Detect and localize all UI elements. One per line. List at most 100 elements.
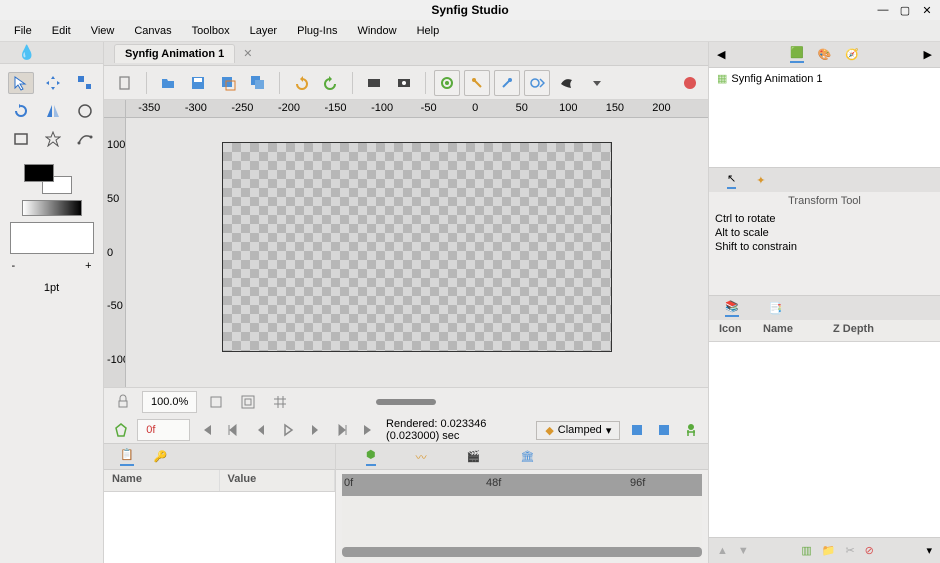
- play-icon[interactable]: [277, 417, 298, 443]
- color-swatches[interactable]: [24, 164, 72, 194]
- nav-right-icon[interactable]: ▶: [924, 48, 932, 61]
- layers-col-value[interactable]: Value: [220, 470, 336, 491]
- timeline-scrollbar[interactable]: [342, 547, 702, 557]
- preview-icon[interactable]: [391, 70, 417, 96]
- layers-tab-icon[interactable]: 📋: [120, 448, 134, 466]
- bird-icon[interactable]: [554, 70, 580, 96]
- delete-icon[interactable]: ⊘: [865, 544, 874, 557]
- record-button[interactable]: [684, 77, 696, 89]
- library-tab-icon[interactable]: 🏛: [520, 450, 534, 463]
- stroke-width[interactable]: 1pt: [12, 278, 92, 298]
- seek-last-icon[interactable]: [359, 417, 380, 443]
- lower-icon[interactable]: ▼: [738, 545, 749, 557]
- params-col-name[interactable]: Name: [753, 320, 823, 341]
- spline-tool[interactable]: [72, 128, 98, 150]
- dropdown-icon[interactable]: [584, 70, 610, 96]
- menu-help[interactable]: Help: [407, 22, 450, 40]
- params-col-icon[interactable]: Icon: [709, 320, 753, 341]
- menu-window[interactable]: Window: [347, 22, 406, 40]
- canvas-list-item[interactable]: ▦ Synfig Animation 1: [717, 72, 932, 85]
- open-icon[interactable]: [155, 70, 181, 96]
- zoom-input[interactable]: 100.0%: [142, 391, 197, 413]
- seek-first-icon[interactable]: [196, 417, 217, 443]
- circle-tool[interactable]: [72, 100, 98, 122]
- curves-tab-icon[interactable]: 〰: [416, 449, 427, 465]
- minimize-button[interactable]: —: [876, 4, 890, 17]
- keyframe-lock2-icon[interactable]: [654, 417, 675, 443]
- params-tab1-icon[interactable]: 📚: [725, 300, 739, 317]
- onion-future-icon[interactable]: [524, 70, 550, 96]
- menu-canvas[interactable]: Canvas: [124, 22, 181, 40]
- undo-icon[interactable]: [288, 70, 314, 96]
- rectangle-tool[interactable]: [8, 128, 34, 150]
- params-tab2-icon[interactable]: 📑: [769, 302, 783, 315]
- saveall-icon[interactable]: [245, 70, 271, 96]
- navigator-tab-icon[interactable]: 🧭: [845, 48, 859, 61]
- gradient-swatch[interactable]: [22, 200, 82, 216]
- maximize-button[interactable]: ▢: [898, 4, 912, 17]
- render-icon[interactable]: [361, 70, 387, 96]
- canvas-tab[interactable]: Synfig Animation 1: [114, 44, 235, 63]
- save-icon[interactable]: [185, 70, 211, 96]
- onion-prev-icon[interactable]: [464, 70, 490, 96]
- saveas-icon[interactable]: [215, 70, 241, 96]
- params-tab-icon[interactable]: 🔑: [154, 450, 168, 463]
- toolbox-tab[interactable]: 💧: [0, 42, 103, 64]
- menu-dropdown-icon[interactable]: ▾: [926, 544, 932, 557]
- new-layer-icon[interactable]: ▥: [801, 544, 811, 557]
- brush-preview[interactable]: [10, 222, 94, 254]
- close-tab-icon[interactable]: ✕: [243, 47, 252, 60]
- keyframe-lock-icon[interactable]: [626, 417, 647, 443]
- grid-icon[interactable]: [267, 389, 293, 415]
- onion-active-icon[interactable]: [434, 70, 460, 96]
- timeline-body[interactable]: [342, 496, 702, 559]
- transform-tool[interactable]: [8, 72, 34, 94]
- timeline-ruler[interactable]: 0f 48f 96f: [342, 474, 702, 496]
- timebar-marker-icon[interactable]: [110, 417, 131, 443]
- seek-next-icon[interactable]: [304, 417, 325, 443]
- redo-icon[interactable]: [318, 70, 344, 96]
- mirror-tool[interactable]: [40, 100, 66, 122]
- seek-next-kf-icon[interactable]: [332, 417, 353, 443]
- menu-file[interactable]: File: [4, 22, 42, 40]
- params-col-zdepth[interactable]: Z Depth: [823, 320, 940, 341]
- seek-prev-icon[interactable]: [250, 417, 271, 443]
- frame-input[interactable]: 0f: [137, 419, 189, 441]
- nav-left-icon[interactable]: ◀: [717, 48, 725, 61]
- timetrack-tab-icon[interactable]: ⬢: [366, 448, 376, 466]
- drag-handle[interactable]: [376, 399, 436, 405]
- menu-plugins[interactable]: Plug-Ins: [287, 22, 347, 40]
- zoom-100-icon[interactable]: [235, 389, 261, 415]
- ruler-vertical[interactable]: 100 50 0 -50 -100: [104, 118, 126, 387]
- ruler-corner[interactable]: [104, 100, 126, 118]
- interpolation-dropdown[interactable]: ◆ Clamped ▾: [536, 421, 620, 440]
- zoom-fit-icon[interactable]: [203, 389, 229, 415]
- rotate-tool[interactable]: [8, 100, 34, 122]
- star-tool[interactable]: [40, 128, 66, 150]
- lock-icon[interactable]: [110, 389, 136, 415]
- new-icon[interactable]: [112, 70, 138, 96]
- decrease-button[interactable]: -: [12, 260, 16, 272]
- menu-view[interactable]: View: [81, 22, 125, 40]
- animate-mode-icon[interactable]: [681, 417, 702, 443]
- onion-next-icon[interactable]: [494, 70, 520, 96]
- canvas-browser-tab-icon[interactable]: 🟩: [790, 46, 804, 63]
- canvas-browser-list[interactable]: ▦ Synfig Animation 1: [709, 68, 940, 168]
- seek-prev-kf-icon[interactable]: [223, 417, 244, 443]
- palette-tab-icon[interactable]: 🎨: [818, 48, 832, 61]
- cut-icon[interactable]: ✂: [845, 544, 854, 557]
- layers-col-name[interactable]: Name: [104, 470, 220, 491]
- menu-toolbox[interactable]: Toolbox: [182, 22, 240, 40]
- scale-tool[interactable]: [72, 72, 98, 94]
- new-group-icon[interactable]: 📁: [822, 544, 836, 557]
- tool-options-tab-icon[interactable]: ↖: [727, 172, 736, 189]
- history-tab-icon[interactable]: 🎬: [467, 450, 481, 463]
- raise-icon[interactable]: ▲: [717, 545, 728, 557]
- increase-button[interactable]: +: [85, 260, 91, 272]
- menu-layer[interactable]: Layer: [240, 22, 288, 40]
- ruler-horizontal[interactable]: -350 -300 -250 -200 -150 -100 -50 0 50 1…: [126, 100, 708, 118]
- tool-options-tab2-icon[interactable]: ✦: [756, 174, 765, 187]
- canvas-viewport[interactable]: [126, 118, 708, 387]
- close-button[interactable]: ✕: [920, 4, 934, 17]
- smooth-move-tool[interactable]: [40, 72, 66, 94]
